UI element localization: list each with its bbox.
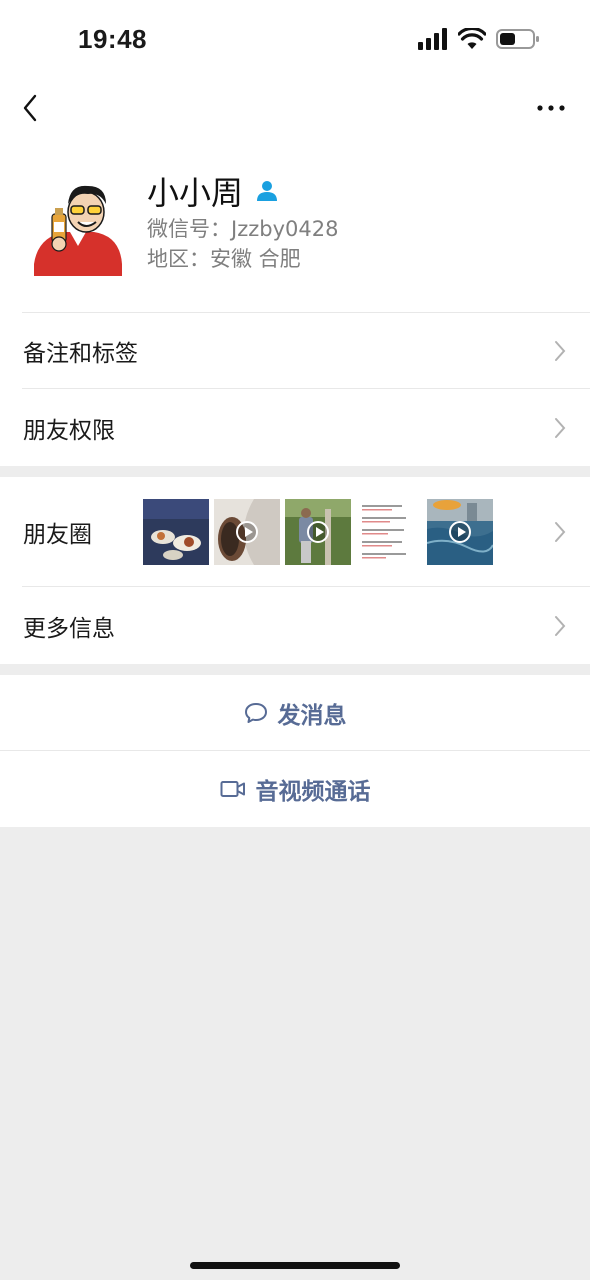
moments-thumbnails bbox=[143, 499, 493, 565]
friend-permissions-label: 朋友权限 bbox=[23, 417, 115, 444]
video-call-label: 音视频通话 bbox=[255, 779, 371, 805]
battery-icon bbox=[496, 29, 539, 49]
moments-video-thumbnail bbox=[214, 499, 280, 565]
home-indicator bbox=[190, 1262, 400, 1269]
video-camera-icon bbox=[220, 781, 245, 797]
chevron-right-icon bbox=[555, 417, 566, 438]
wechat-id: 微信号：Jzzby0428 bbox=[147, 217, 339, 241]
moments-thumbnail bbox=[143, 499, 209, 565]
moments-video-thumbnail bbox=[427, 499, 493, 565]
status-bar: 19:48 bbox=[0, 0, 590, 80]
more-info-label: 更多信息 bbox=[23, 615, 115, 642]
profile-header: 小小周 微信号：Jzzby0428 地区：安徽 合肥 bbox=[0, 140, 590, 312]
more-info-row[interactable]: 更多信息 bbox=[0, 587, 590, 664]
chat-bubble-icon bbox=[244, 703, 267, 723]
more-options-icon[interactable] bbox=[536, 96, 566, 120]
play-icon bbox=[307, 521, 329, 543]
nav-bar bbox=[0, 80, 590, 140]
back-icon[interactable] bbox=[18, 90, 46, 126]
status-icons bbox=[418, 28, 540, 50]
moments-label: 朋友圈 bbox=[23, 522, 92, 548]
send-message-button[interactable]: 发消息 bbox=[0, 675, 590, 751]
chevron-right-icon bbox=[555, 522, 566, 542]
contact-person-icon bbox=[257, 181, 278, 201]
avatar[interactable] bbox=[30, 180, 126, 276]
wifi-icon bbox=[458, 28, 486, 49]
play-icon bbox=[236, 521, 258, 543]
moments-list: 朋友圈 更多信息 bbox=[0, 477, 590, 664]
remarks-and-tags-label: 备注和标签 bbox=[23, 340, 138, 367]
moments-video-thumbnail bbox=[285, 499, 351, 565]
chevron-right-icon bbox=[555, 615, 566, 636]
region: 地区：安徽 合肥 bbox=[147, 247, 301, 271]
settings-list: 备注和标签 朋友权限 bbox=[0, 312, 590, 466]
video-call-button[interactable]: 音视频通话 bbox=[0, 751, 590, 827]
status-time: 19:48 bbox=[78, 24, 147, 54]
remarks-and-tags-row[interactable]: 备注和标签 bbox=[0, 312, 590, 389]
cellular-signal-icon bbox=[418, 28, 447, 50]
contact-name: 小小周 bbox=[147, 174, 244, 212]
play-icon bbox=[449, 521, 471, 543]
moments-row[interactable]: 朋友圈 bbox=[0, 477, 590, 587]
send-message-label: 发消息 bbox=[277, 703, 347, 729]
action-buttons: 发消息 音视频通话 bbox=[0, 675, 590, 827]
friend-permissions-row[interactable]: 朋友权限 bbox=[0, 389, 590, 466]
contact-name-row: 小小周 bbox=[147, 168, 279, 214]
chevron-right-icon bbox=[555, 340, 566, 361]
moments-thumbnail bbox=[356, 499, 422, 565]
